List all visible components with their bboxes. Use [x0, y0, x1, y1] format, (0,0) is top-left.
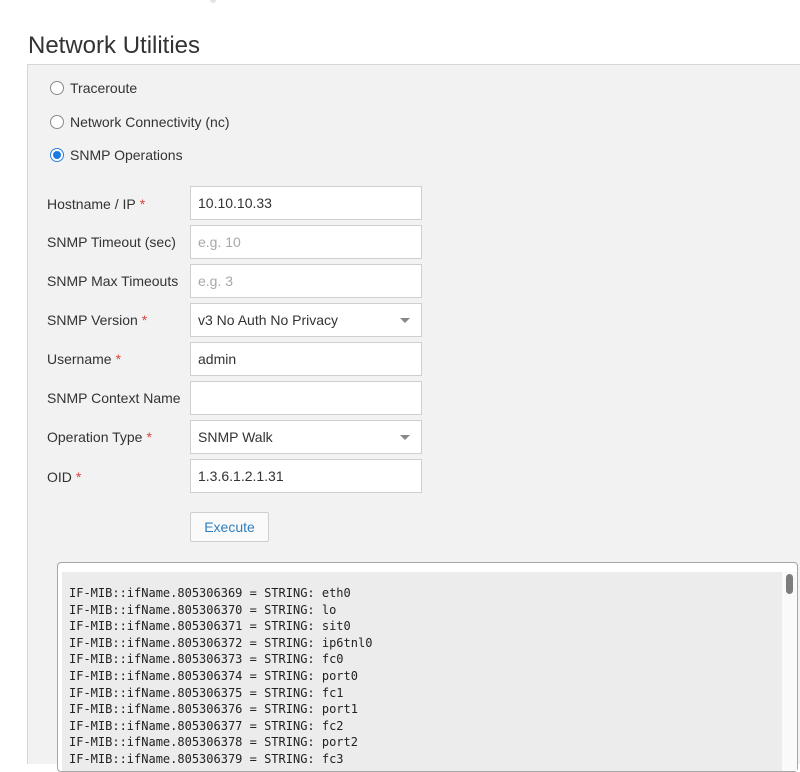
radio-icon[interactable] — [50, 148, 64, 162]
output-line: IF-MIB::ifName.805306370 = STRING: lo — [69, 602, 337, 617]
radio-option-snmp-operations[interactable]: SNMP Operations — [50, 144, 183, 166]
username-label-text: Username — [47, 351, 112, 367]
snmp-version-select[interactable]: v3 No Auth No Privacy — [190, 303, 422, 337]
output-line: IF-MIB::ifName.805306373 = STRING: fc0 — [69, 652, 344, 667]
output-text-area[interactable]: IF-MIB::ifName.805306369 = STRING: eth0 … — [62, 572, 782, 771]
username-input[interactable] — [190, 342, 422, 376]
required-marker: * — [115, 351, 122, 367]
execute-button[interactable]: Execute — [190, 512, 269, 542]
output-line: IF-MIB::ifName.805306371 = STRING: sit0 — [69, 619, 351, 634]
output-line: IF-MIB::ifName.805306377 = STRING: fc2 — [69, 718, 344, 733]
snmp-context-name-input[interactable] — [190, 381, 422, 415]
username-label: Username * — [47, 342, 121, 376]
radio-label: Network Connectivity (nc) — [70, 114, 230, 130]
radio-label: Traceroute — [70, 80, 138, 96]
output-line: IF-MIB::ifName.805306374 = STRING: port0 — [69, 668, 358, 683]
radio-option-network-connectivity[interactable]: Network Connectivity (nc) — [50, 111, 230, 133]
output-box: IF-MIB::ifName.805306369 = STRING: eth0 … — [57, 562, 798, 772]
chevron-down-icon — [400, 435, 410, 440]
oid-input[interactable] — [190, 459, 422, 493]
radio-label: SNMP Operations — [70, 147, 183, 163]
scrollbar-thumb[interactable] — [786, 574, 793, 594]
output-line: IF-MIB::ifName.805306379 = STRING: fc3 — [69, 751, 344, 766]
hostname-label: Hostname / IP * — [47, 187, 145, 221]
operation-type-label-text: Operation Type — [47, 429, 143, 445]
operation-type-selected: SNMP Walk — [198, 429, 273, 445]
operation-type-label: Operation Type * — [47, 420, 152, 454]
required-marker: * — [75, 469, 82, 485]
hostname-label-text: Hostname / IP — [47, 196, 136, 212]
decorative-dot — [210, 0, 216, 3]
radio-option-traceroute[interactable]: Traceroute — [50, 77, 137, 99]
required-marker: * — [146, 429, 152, 445]
output-line: IF-MIB::ifName.805306369 = STRING: eth0 — [69, 586, 351, 600]
oid-label-text: OID — [47, 469, 72, 485]
output-line: IF-MIB::ifName.805306372 = STRING: ip6tn… — [69, 635, 373, 650]
page-title: Network Utilities — [28, 32, 201, 60]
hostname-input[interactable] — [190, 186, 422, 220]
snmp-timeout-label: SNMP Timeout (sec) — [47, 234, 176, 250]
snmp-max-timeouts-input[interactable] — [190, 264, 422, 298]
snmp-context-name-label: SNMP Context Name — [47, 390, 181, 406]
snmp-max-timeouts-label: SNMP Max Timeouts — [47, 273, 179, 289]
output-line: IF-MIB::ifName.805306378 = STRING: port2 — [69, 735, 358, 750]
operation-type-select[interactable]: SNMP Walk — [190, 420, 422, 454]
required-marker: * — [141, 312, 148, 328]
output-line: IF-MIB::ifName.805306376 = STRING: port1 — [69, 702, 358, 717]
output-scrollbar[interactable] — [782, 572, 797, 771]
output-line: IF-MIB::ifName.805306375 = STRING: fc1 — [69, 685, 344, 700]
snmp-version-label: SNMP Version * — [47, 303, 147, 337]
output-lines: IF-MIB::ifName.805306369 = STRING: eth0 … — [69, 585, 372, 768]
snmp-version-label-text: SNMP Version — [47, 312, 138, 328]
snmp-version-selected: v3 No Auth No Privacy — [198, 312, 339, 328]
radio-icon[interactable] — [50, 115, 64, 129]
snmp-timeout-input[interactable] — [190, 225, 422, 259]
oid-label: OID * — [47, 460, 81, 494]
chevron-down-icon — [400, 318, 410, 323]
radio-icon[interactable] — [50, 81, 64, 95]
required-marker: * — [139, 196, 146, 212]
